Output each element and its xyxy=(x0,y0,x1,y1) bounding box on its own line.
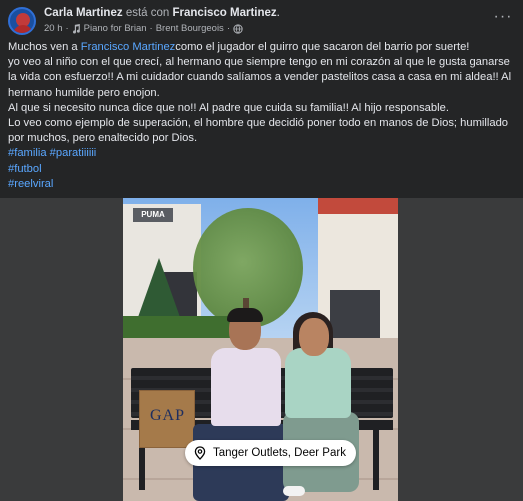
separator: · xyxy=(226,23,230,34)
location-name: Tanger Outlets, Deer Park xyxy=(213,447,346,459)
body-paragraph-4: Lo veo como ejemplo de superación, el ho… xyxy=(8,117,509,145)
facebook-post: Carla Martinez está con Francisco Martin… xyxy=(0,0,523,501)
hashtag-line-1[interactable]: #familia #paratiiiiii xyxy=(8,146,515,161)
store-sign: PUMA xyxy=(133,208,173,222)
author-line: Carla Martinez está con Francisco Martin… xyxy=(44,6,491,21)
post-header: Carla Martinez está con Francisco Martin… xyxy=(8,6,515,36)
body-line-1: Muchos ven a Francisco Martinezcomo el j… xyxy=(8,41,470,53)
pine-tree xyxy=(137,258,181,320)
mention-link[interactable]: Francisco Martinez xyxy=(81,41,176,53)
globe-icon xyxy=(233,23,243,34)
body-paragraph-3: Al que si necesito nunca dice que no!! A… xyxy=(8,101,449,114)
author-avatar[interactable] xyxy=(8,7,36,35)
hashtag-line-2[interactable]: #futbol xyxy=(8,162,515,177)
shopping-bag: GAP xyxy=(139,390,195,448)
post-meta: Carla Martinez está con Francisco Martin… xyxy=(44,6,491,36)
post-photo[interactable]: PUMA GAP Tanger Outlets, Deer Park xyxy=(0,198,523,501)
more-options-button[interactable]: ··· xyxy=(491,5,515,29)
hashtag-line-3[interactable]: #reelviral xyxy=(8,177,515,192)
location-pin-icon xyxy=(194,446,206,460)
music-artist[interactable]: Brent Bourgeois xyxy=(156,21,224,36)
post-subline: 20 h · Piano for Brian · Brent Bourgeois… xyxy=(44,21,491,36)
music-note-icon xyxy=(72,23,80,33)
tagged-name[interactable]: Francisco Martinez xyxy=(173,7,277,19)
author-name[interactable]: Carla Martinez xyxy=(44,7,123,19)
period: . xyxy=(276,7,280,19)
with-text: está con xyxy=(125,7,170,19)
location-tag[interactable]: Tanger Outlets, Deer Park xyxy=(185,440,356,466)
body-paragraph-2: yo veo al niño con el que crecí, al herm… xyxy=(8,56,512,99)
music-title[interactable]: Piano for Brian xyxy=(84,21,147,36)
post-time[interactable]: 20 h xyxy=(44,21,63,36)
bag-logo: GAP xyxy=(150,407,186,424)
separator: · xyxy=(65,23,69,34)
post-body: Muchos ven a Francisco Martinezcomo el j… xyxy=(8,40,515,192)
separator: · xyxy=(149,23,153,34)
